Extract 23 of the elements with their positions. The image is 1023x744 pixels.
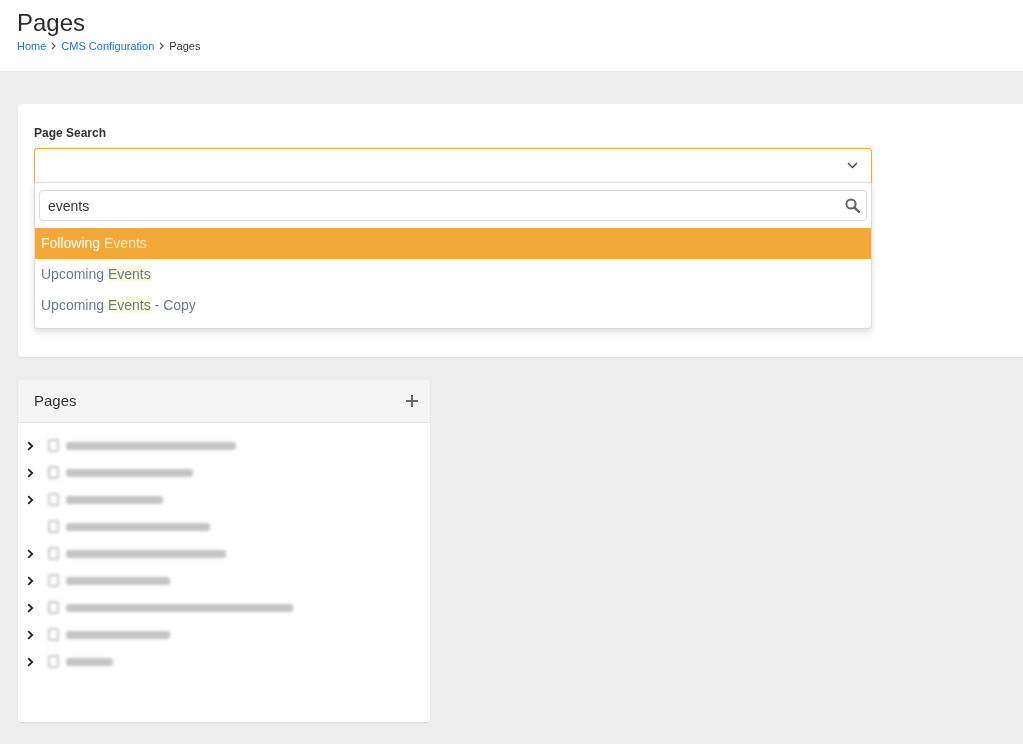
chevron-right-icon[interactable] xyxy=(27,440,34,451)
chevron-right-icon[interactable] xyxy=(27,575,34,586)
chevron-right-icon xyxy=(159,42,165,50)
chevron-right-icon[interactable] xyxy=(27,494,34,505)
panel-title: Pages xyxy=(34,392,77,410)
breadcrumb-current: Pages xyxy=(169,39,201,53)
field-label: Page Search xyxy=(34,126,107,140)
breadcrumb-link[interactable]: Home xyxy=(17,39,47,53)
chevron-right-icon[interactable] xyxy=(27,656,34,667)
dropdown-option[interactable]: Upcoming Events - Copy xyxy=(35,290,871,321)
chevron-down-icon xyxy=(847,162,858,169)
chevron-right-icon[interactable] xyxy=(27,629,34,640)
page-title: Pages xyxy=(17,8,86,38)
search-icon xyxy=(845,198,860,213)
chevron-right-icon[interactable] xyxy=(27,467,34,478)
search-field[interactable]: events xyxy=(39,190,867,221)
blurred-label xyxy=(47,654,114,669)
dropdown-option[interactable]: Upcoming Events xyxy=(35,259,871,290)
chevron-right-icon[interactable] xyxy=(27,548,34,559)
add-icon[interactable] xyxy=(406,395,418,407)
chevron-right-icon[interactable] xyxy=(27,602,34,613)
chevron-right-icon xyxy=(51,42,57,50)
breadcrumb-link[interactable]: CMS Configuration xyxy=(61,39,155,53)
